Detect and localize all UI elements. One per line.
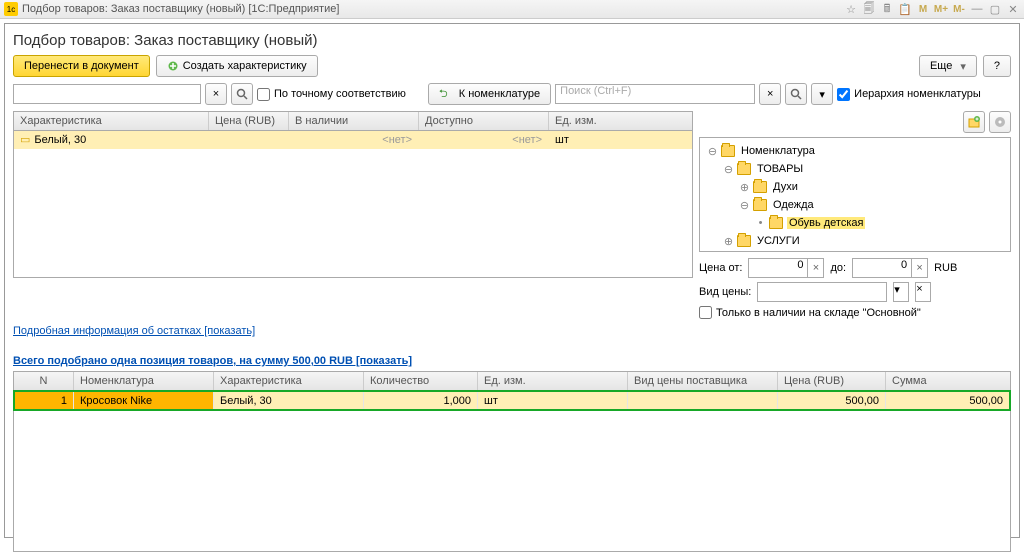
tree-add-button[interactable] bbox=[963, 111, 985, 133]
calendar-icon[interactable]: 📋 bbox=[898, 2, 912, 16]
folder-icon bbox=[737, 235, 751, 247]
price-to-input[interactable]: 0 bbox=[852, 258, 912, 278]
price-type-select[interactable] bbox=[757, 282, 887, 302]
search-input-1[interactable] bbox=[13, 84, 201, 104]
hierarchy-checkbox[interactable]: Иерархия номенклатуры bbox=[837, 88, 981, 101]
col2-ptype[interactable]: Вид цены поставщика bbox=[628, 372, 778, 390]
summary-link[interactable]: Всего подобрано одна позиция товаров, на… bbox=[13, 355, 1011, 367]
exact-match-checkbox[interactable]: По точному соответствию bbox=[257, 88, 406, 101]
transfer-to-document-button[interactable]: Перенести в документ bbox=[13, 55, 150, 77]
to-nomenclature-button[interactable]: ⮌ К номенклатуре bbox=[428, 83, 551, 105]
only-instock-checkbox[interactable]: Только в наличии на складе "Основной" bbox=[699, 306, 1011, 319]
folder-icon bbox=[769, 217, 783, 229]
search-1-button[interactable] bbox=[231, 83, 253, 105]
app-logo-icon: 1c bbox=[4, 2, 18, 16]
maximize-icon[interactable]: ▢ bbox=[988, 2, 1002, 16]
create-characteristic-button[interactable]: Создать характеристику bbox=[156, 55, 318, 77]
tree-obuv-detskaya[interactable]: •Обувь детская bbox=[704, 214, 1006, 232]
col2-price[interactable]: Цена (RUB) bbox=[778, 372, 886, 390]
titlebar: 1c Подбор товаров: Заказ поставщику (нов… bbox=[0, 0, 1024, 19]
minimize-icon[interactable]: — bbox=[970, 2, 984, 16]
tree-root[interactable]: ⊖Номенклатура bbox=[704, 142, 1006, 160]
close-icon[interactable]: ✕ bbox=[1006, 2, 1020, 16]
search-dropdown-button[interactable]: ▾ bbox=[811, 83, 833, 105]
clear-search-1-button[interactable]: × bbox=[205, 83, 227, 105]
clear-search-2-button[interactable]: × bbox=[759, 83, 781, 105]
currency-label: RUB bbox=[934, 262, 957, 274]
price-to-clear[interactable]: × bbox=[912, 258, 928, 278]
col2-uom[interactable]: Ед. изм. bbox=[478, 372, 628, 390]
col-available[interactable]: Доступно bbox=[419, 112, 549, 130]
characteristics-grid[interactable]: Характеристика Цена (RUB) В наличии Дост… bbox=[13, 111, 693, 278]
stock-details-link[interactable]: Подробная информация об остатках [показа… bbox=[13, 325, 1011, 337]
calculator-icon[interactable]: 🖩 bbox=[880, 2, 894, 16]
search-input-2[interactable]: Поиск (Ctrl+F) bbox=[555, 84, 755, 104]
price-from-label: Цена от: bbox=[699, 262, 742, 274]
price-from-input[interactable]: 0 bbox=[748, 258, 808, 278]
folder-icon bbox=[753, 181, 767, 193]
col-price[interactable]: Цена (RUB) bbox=[209, 112, 289, 130]
page-title: Подбор товаров: Заказ поставщику (новый) bbox=[13, 32, 1011, 49]
folder-icon bbox=[737, 163, 751, 175]
col2-sum[interactable]: Сумма bbox=[886, 372, 1010, 390]
memory-mplus[interactable]: M+ bbox=[934, 2, 948, 16]
memory-m[interactable]: M bbox=[916, 2, 930, 16]
help-button[interactable]: ? bbox=[983, 55, 1011, 77]
price-type-clear[interactable]: × bbox=[915, 282, 931, 302]
search-2-button[interactable] bbox=[785, 83, 807, 105]
col2-n[interactable]: N bbox=[14, 372, 74, 390]
tree-uslugi[interactable]: ⊕УСЛУГИ bbox=[704, 232, 1006, 250]
tb-icon-1[interactable]: ☆ bbox=[844, 2, 858, 16]
folder-icon bbox=[721, 145, 735, 157]
more-button[interactable]: Еще▾ bbox=[919, 55, 977, 77]
col2-char[interactable]: Характеристика bbox=[214, 372, 364, 390]
tree-settings-button[interactable] bbox=[989, 111, 1011, 133]
item-icon: ▭ bbox=[20, 132, 30, 148]
tree-odezhda[interactable]: ⊖Одежда bbox=[704, 196, 1006, 214]
price-type-dropdown[interactable]: ▾ bbox=[893, 282, 909, 302]
nomenclature-tree[interactable]: ⊖Номенклатура ⊖ТОВАРЫ ⊕Духи ⊖Одежда •Обу… bbox=[699, 137, 1011, 252]
col2-nomen[interactable]: Номенклатура bbox=[74, 372, 214, 390]
tb-icon-2[interactable]: 🗐 bbox=[862, 2, 876, 16]
col-characteristic[interactable]: Характеристика bbox=[14, 112, 209, 130]
price-to-label: до: bbox=[830, 262, 846, 274]
folder-icon bbox=[753, 199, 767, 211]
plus-icon bbox=[167, 60, 179, 72]
characteristic-row[interactable]: ▭Белый, 30 <нет> <нет> шт bbox=[14, 131, 692, 149]
memory-mminus[interactable]: M- bbox=[952, 2, 966, 16]
selected-item-row[interactable]: 1 Кросовок Nike Белый, 30 1,000 шт 500,0… bbox=[14, 391, 1010, 410]
col2-qty[interactable]: Количество bbox=[364, 372, 478, 390]
col-instock[interactable]: В наличии bbox=[289, 112, 419, 130]
tree-duhi[interactable]: ⊕Духи bbox=[704, 178, 1006, 196]
tree-tovary[interactable]: ⊖ТОВАРЫ bbox=[704, 160, 1006, 178]
price-from-clear[interactable]: × bbox=[808, 258, 824, 278]
window-title: Подбор товаров: Заказ поставщику (новый)… bbox=[22, 3, 844, 15]
col-uom[interactable]: Ед. изм. bbox=[549, 112, 692, 130]
selected-items-grid[interactable]: N Номенклатура Характеристика Количество… bbox=[13, 371, 1011, 552]
price-type-label: Вид цены: bbox=[699, 286, 751, 298]
